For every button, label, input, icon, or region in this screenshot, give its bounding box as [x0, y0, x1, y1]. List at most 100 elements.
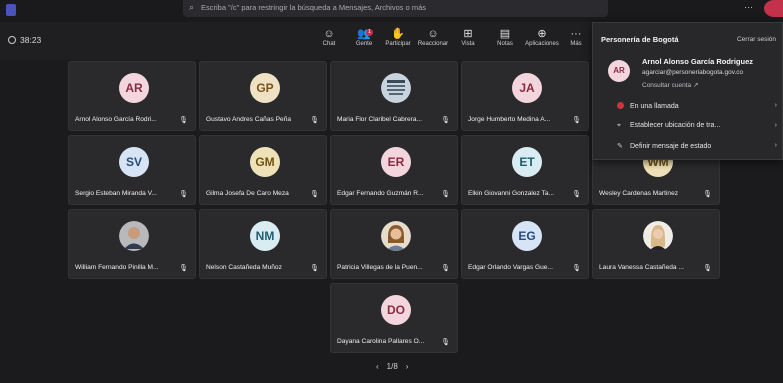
notes-icon: ▤ [499, 28, 511, 40]
participant-tile[interactable]: GP Gustavo Andres Cañas Peña 🎙 [199, 61, 327, 131]
participant-tile[interactable]: Maria Flor Claribel Cabrera... 🎙 [330, 61, 458, 131]
mic-muted-icon: 🎙 [441, 117, 450, 124]
hand-icon: ✋ [391, 28, 405, 40]
mic-muted-icon: 🎙 [703, 191, 712, 198]
avatar: EG [512, 221, 542, 251]
view-account-link[interactable]: Consultar cuenta ↗ [642, 81, 698, 89]
profile-photo [643, 221, 673, 251]
mic-muted-icon: 🎙 [179, 117, 188, 124]
participant-name: Gustavo Andres Cañas Peña [206, 116, 292, 123]
prev-page-icon[interactable]: ‹ [376, 362, 379, 371]
mic-muted-icon: 🎙 [310, 191, 319, 198]
participant-tile[interactable]: DO Dayana Carolina Pallares O... 🎙 [330, 283, 458, 353]
external-link-icon: ↗ [692, 82, 699, 89]
notes-button[interactable]: ▤ Notas [488, 27, 522, 47]
profile-avatar: AR [608, 60, 630, 82]
participant-tile[interactable]: ET Elkin Giovanni Gonzalez Ta... 🎙 [461, 135, 589, 205]
ellipsis-icon: ··· [570, 28, 582, 40]
profile-email: agarciar@personeriabogota.gov.co [642, 69, 744, 76]
react-button[interactable]: ☺ Reaccionar [416, 27, 450, 47]
participant-name: Jorge Humberto Medina A... [468, 116, 551, 123]
participant-name: Gilma Josefa De Caro Meza [206, 190, 289, 197]
participant-tile[interactable]: ER Edgar Fernando Guzmán R... 🎙 [330, 135, 458, 205]
search-icon: ⌕ [189, 2, 195, 12]
participant-name: Arnol Alonso García Rodri... [75, 116, 157, 123]
status-message-item[interactable]: ✎ Definir mensaje de estado › [617, 142, 777, 150]
participant-tile[interactable]: Laura Vanessa Castañeda ... 🎙 [592, 209, 720, 279]
location-icon: ⌖ [617, 122, 621, 129]
apps-icon: ⊕ [537, 28, 547, 40]
chevron-right-icon: › [774, 122, 777, 129]
avatar: GM [250, 147, 280, 177]
avatar: DO [381, 295, 411, 325]
shield-icon [8, 36, 16, 44]
mic-muted-icon: 🎙 [572, 265, 581, 272]
avatar: GP [250, 73, 280, 103]
profile-name: Arnol Alonso García Rodriguez [642, 57, 753, 66]
more-button[interactable]: ··· Más [565, 27, 587, 47]
meeting-timer: 38:23 [8, 35, 41, 45]
participant-tile[interactable]: AR Arnol Alonso García Rodri... 🎙 [68, 61, 196, 131]
participant-name: Wesley Cardenas Martinez [599, 190, 679, 197]
people-icon: 👥 [357, 28, 371, 40]
people-button[interactable]: 👥 1 Gente [347, 27, 381, 47]
search-placeholder: Escriba "/c" para restringir la búsqueda… [201, 3, 427, 12]
status-item[interactable]: En una llamada › [617, 102, 777, 110]
edit-icon: ✎ [617, 143, 623, 150]
participant-tile[interactable]: JA Jorge Humberto Medina A... 🎙 [461, 61, 589, 131]
user-avatar[interactable] [764, 0, 783, 17]
mic-muted-icon: 🎙 [310, 265, 319, 272]
mic-muted-icon: 🎙 [310, 117, 319, 124]
avatar: ER [381, 147, 411, 177]
participant-tile[interactable]: NM Nelson Castañeda Muñoz 🎙 [199, 209, 327, 279]
grid-icon: ⊞ [463, 28, 473, 40]
chevron-right-icon: › [774, 142, 777, 149]
participant-name: Maria Flor Claribel Cabrera... [337, 116, 423, 123]
sign-out-link[interactable]: Cerrar sesión [737, 36, 776, 43]
teams-logo [6, 4, 16, 16]
participant-name: Dayana Carolina Pallares O... [337, 338, 425, 345]
participant-tile[interactable]: William Fernando Pinilla M... 🎙 [68, 209, 196, 279]
participant-name: William Fernando Pinilla M... [75, 264, 159, 271]
participant-tile[interactable]: Patricia Villegas de la Puen... 🎙 [330, 209, 458, 279]
participant-name: Elkin Giovanni Gonzalez Ta... [468, 190, 555, 197]
profile-panel: Personería de Bogotá Cerrar sesión AR Ar… [592, 22, 783, 160]
participant-name: Nelson Castañeda Muñoz [206, 264, 282, 271]
org-name: Personería de Bogotá [601, 35, 679, 44]
mic-muted-icon: 🎙 [572, 191, 581, 198]
avatar: NM [250, 221, 280, 251]
participant-name: Laura Vanessa Castañeda ... [599, 264, 684, 271]
mic-muted-icon: 🎙 [441, 339, 450, 346]
participant-name: Edgar Orlando Vargas Gue... [468, 264, 553, 271]
chat-button[interactable]: ☺ Chat [312, 27, 346, 47]
avatar: SV [119, 147, 149, 177]
mic-muted-icon: 🎙 [572, 117, 581, 124]
smiley-icon: ☺ [427, 28, 439, 40]
avatar: ET [512, 147, 542, 177]
search-input[interactable]: ⌕ Escriba "/c" para restringir la búsque… [183, 0, 608, 17]
mic-muted-icon: 🎙 [179, 191, 188, 198]
title-bar: ⌕ Escriba "/c" para restringir la búsque… [0, 0, 783, 22]
chat-icon: ☺ [323, 28, 335, 40]
view-button[interactable]: ⊞ Vista [451, 27, 485, 47]
page-indicator: 1/8 [386, 362, 398, 371]
mic-muted-icon: 🎙 [441, 265, 450, 272]
apps-button[interactable]: ⊕ Aplicaciones [522, 27, 562, 47]
participant-name: Patricia Villegas de la Puen... [337, 264, 423, 271]
raise-hand-button[interactable]: ✋ Participar [381, 27, 415, 47]
people-badge: 1 [366, 29, 373, 36]
location-item[interactable]: ⌖ Establecer ubicación de tra... › [617, 122, 777, 130]
participant-tile[interactable]: SV Sergio Esteban Miranda V... 🎙 [68, 135, 196, 205]
profile-photo [119, 221, 149, 251]
chevron-right-icon: › [774, 102, 777, 109]
participant-tile[interactable]: EG Edgar Orlando Vargas Gue... 🎙 [461, 209, 589, 279]
avatar: JA [512, 73, 542, 103]
avatar: AR [119, 73, 149, 103]
next-page-icon[interactable]: › [406, 362, 409, 371]
participant-name: Sergio Esteban Miranda V... [75, 190, 157, 197]
more-options-icon[interactable]: ··· [744, 2, 753, 12]
mic-muted-icon: 🎙 [179, 265, 188, 272]
participant-tile[interactable]: GM Gilma Josefa De Caro Meza 🎙 [199, 135, 327, 205]
profile-photo [381, 73, 411, 103]
gallery-pager: ‹ 1/8 › [372, 362, 412, 371]
